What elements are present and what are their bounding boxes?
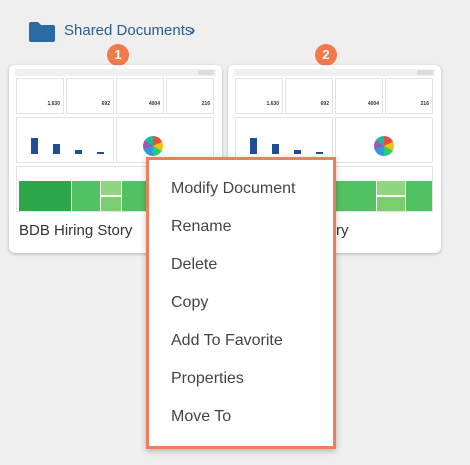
breadcrumb: Shared Documents ›: [0, 0, 470, 56]
breadcrumb-shared-documents[interactable]: Shared Documents: [64, 22, 192, 39]
menu-item-move-to[interactable]: Move To: [171, 408, 231, 426]
chevron-right-icon: ›: [190, 22, 196, 39]
menu-item-modify-document[interactable]: Modify Document: [171, 180, 296, 198]
document-title: ry: [336, 222, 349, 239]
context-menu: Modify Document Rename Delete Copy Add T…: [146, 157, 336, 449]
folder-icon: [29, 22, 55, 42]
menu-item-properties[interactable]: Properties: [171, 370, 244, 388]
menu-item-copy[interactable]: Copy: [171, 294, 208, 312]
menu-item-rename[interactable]: Rename: [171, 218, 231, 236]
menu-item-delete[interactable]: Delete: [171, 256, 217, 274]
document-title: BDB Hiring Story: [19, 222, 133, 239]
menu-item-add-to-favorite[interactable]: Add To Favorite: [171, 332, 283, 350]
card-1-badge: 1: [107, 44, 129, 66]
card-2-badge: 2: [315, 44, 337, 66]
